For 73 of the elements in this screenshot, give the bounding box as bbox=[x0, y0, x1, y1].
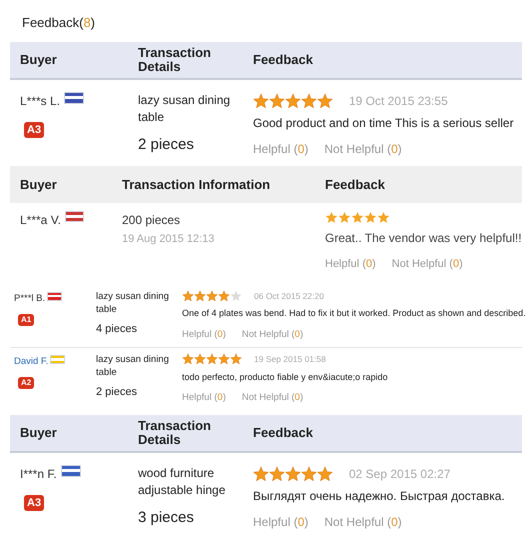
star-icon bbox=[206, 353, 218, 366]
star-icon bbox=[317, 466, 333, 482]
star-icon bbox=[364, 211, 377, 224]
buyer-name: P***l B. bbox=[14, 292, 46, 306]
quantity: 2 pieces bbox=[138, 134, 195, 154]
buyer-name[interactable]: David F. bbox=[14, 355, 48, 370]
quantity: 200 pieces bbox=[122, 212, 182, 229]
star-icon bbox=[182, 290, 194, 302]
product-name: lazy susan dining table bbox=[96, 290, 170, 316]
star-icon bbox=[351, 211, 364, 224]
star-icon bbox=[338, 211, 351, 224]
column-header: Feedback bbox=[253, 426, 314, 440]
column-header: Buyer bbox=[20, 52, 58, 66]
star-icon bbox=[253, 466, 269, 482]
star-icon bbox=[269, 92, 285, 108]
column-header: Buyer bbox=[20, 176, 58, 194]
feedback-date: 19 Oct 2015 23:55 bbox=[349, 92, 448, 110]
star-icon bbox=[253, 92, 269, 108]
level-badge: A1 bbox=[18, 314, 34, 326]
buyer-name: L***a V. bbox=[20, 212, 61, 229]
helpful-link[interactable]: Helpful (0) bbox=[182, 328, 226, 342]
star-icon bbox=[218, 290, 230, 302]
product-name: lazy susan dining table bbox=[138, 92, 232, 126]
feedback-comment: Great.. The vendor was very helpful!! bbox=[325, 230, 522, 247]
feedback-comment: Good product and on time This is a serious seller bbox=[253, 114, 515, 132]
star-icon bbox=[194, 290, 206, 302]
feedback-date: 19 Sep 2015 01:58 bbox=[254, 353, 326, 366]
column-header: Transaction Details bbox=[138, 418, 212, 446]
column-header: Transaction Details bbox=[138, 46, 212, 74]
star-icon bbox=[230, 353, 242, 366]
star-icon bbox=[317, 92, 333, 108]
helpful-link[interactable]: Helpful (0) bbox=[182, 391, 226, 406]
not-helpful-link[interactable]: Not Helpful (0) bbox=[324, 512, 402, 530]
column-header: Transaction Information bbox=[122, 176, 272, 194]
product-name: lazy susan dining table bbox=[96, 353, 170, 379]
level-badge: A3 bbox=[24, 494, 44, 511]
feedback-comment: One of 4 plates was bend. Had to fix it but it worked. Product as shown and described. bbox=[182, 307, 526, 320]
star-icon bbox=[285, 92, 301, 108]
column-header: Feedback bbox=[325, 176, 386, 194]
quantity: 4 pieces bbox=[96, 322, 138, 336]
not-helpful-link[interactable]: Not Helpful (0) bbox=[242, 328, 304, 342]
star-icon bbox=[206, 290, 218, 302]
helpful-link[interactable]: Helpful (0) bbox=[253, 140, 308, 158]
feedback-title: Feedback(8) bbox=[22, 15, 96, 30]
level-badge: A3 bbox=[24, 122, 44, 138]
feedback-comment: Выглядят очень надежно. Быстрая доставка. bbox=[253, 488, 506, 504]
buyer-name: L***s L. bbox=[20, 92, 60, 110]
quantity: 2 pieces bbox=[96, 385, 138, 400]
star-icon bbox=[377, 211, 390, 224]
feedback-comment: todo perfecto, producto fiable y env&iacute;o rapido bbox=[182, 370, 389, 384]
not-helpful-link[interactable]: Not Helpful (0) bbox=[392, 256, 463, 272]
helpful-link[interactable]: Helpful (0) bbox=[325, 256, 376, 272]
not-helpful-link[interactable]: Not Helpful (0) bbox=[242, 391, 304, 406]
product-name: wood furniture adjustable hinge bbox=[138, 464, 226, 498]
column-header: Buyer bbox=[20, 426, 58, 440]
buyer-name: I***n F. bbox=[20, 466, 57, 482]
transaction-date: 19 Aug 2015 12:13 bbox=[122, 232, 216, 247]
feedback-date: 06 Oct 2015 22:20 bbox=[254, 290, 324, 302]
star-icon bbox=[325, 211, 338, 224]
quantity: 3 pieces bbox=[138, 508, 195, 528]
star-icon bbox=[230, 290, 242, 302]
star-icon bbox=[269, 466, 285, 482]
star-icon bbox=[285, 466, 301, 482]
star-icon bbox=[301, 92, 317, 108]
star-icon bbox=[194, 353, 206, 366]
column-header: Feedback bbox=[253, 52, 314, 66]
star-icon bbox=[301, 466, 317, 482]
level-badge: A2 bbox=[18, 377, 34, 390]
feedback-date: 02 Sep 2015 02:27 bbox=[349, 466, 450, 482]
star-icon bbox=[182, 353, 194, 366]
not-helpful-link[interactable]: Not Helpful (0) bbox=[324, 140, 402, 158]
star-icon bbox=[218, 353, 230, 366]
helpful-link[interactable]: Helpful (0) bbox=[253, 512, 308, 530]
